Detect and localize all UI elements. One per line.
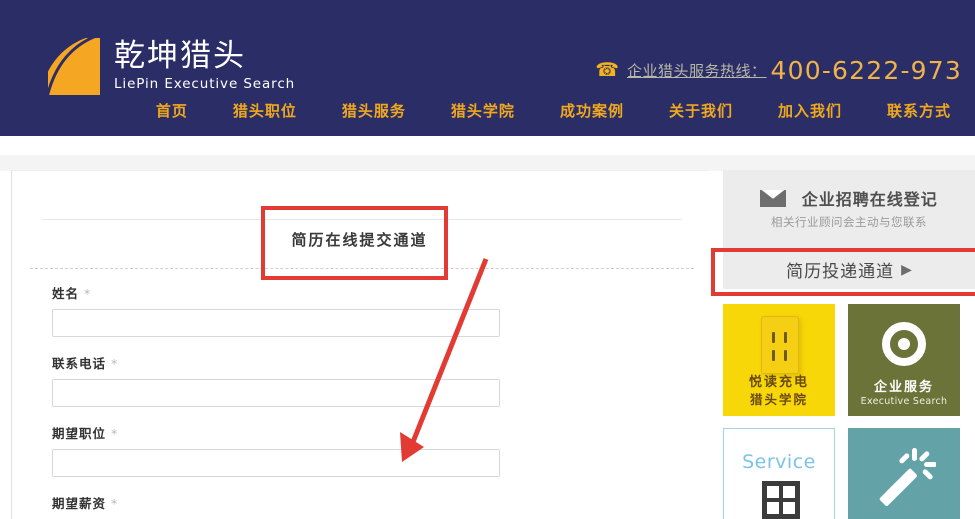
telephone-icon: ☎ bbox=[595, 59, 619, 81]
employer-register-title: 企业招聘在线登记 bbox=[723, 186, 975, 211]
outlet-slot-bottom bbox=[770, 350, 790, 362]
required-asterisk: * bbox=[111, 356, 119, 371]
nav-item-cases[interactable]: 成功案例 bbox=[560, 100, 624, 121]
promo-tile-magic[interactable] bbox=[848, 428, 960, 519]
resume-delivery-label: 简历投递通道 bbox=[786, 262, 895, 282]
promo-tile-academy-caption: 悦读充电 猎头学院 bbox=[723, 374, 835, 408]
field-phone-label-text: 联系电话 bbox=[52, 356, 107, 371]
logo-swoosh-shape bbox=[48, 38, 96, 95]
field-desired-salary: 期望薪资 * bbox=[52, 493, 512, 519]
nav-item-contact[interactable]: 联系方式 bbox=[887, 100, 951, 121]
form-title: 简历在线提交通道 bbox=[291, 231, 428, 249]
promo-tile-academy-line1: 悦读充电 bbox=[748, 375, 809, 390]
desired-position-input[interactable] bbox=[52, 449, 500, 477]
site-header: 乾坤猎头 LiePin Executive Search ☎ 企业猎头服务热线：… bbox=[0, 0, 975, 136]
envelope-icon-shape bbox=[759, 189, 787, 207]
grid-cell bbox=[783, 486, 795, 498]
logo-english-name: LiePin Executive Search bbox=[114, 76, 296, 92]
promo-tile-service-label: Service bbox=[742, 451, 816, 473]
field-phone: 联系电话 * bbox=[52, 353, 512, 407]
field-desired-position-label: 期望职位 * bbox=[52, 423, 512, 442]
page-root: 乾坤猎头 LiePin Executive Search ☎ 企业猎头服务热线：… bbox=[0, 0, 975, 519]
name-input[interactable] bbox=[52, 309, 500, 337]
promo-tiles: 悦读充电 猎头学院 企业服务 Executive Search Service bbox=[723, 304, 975, 519]
liepin-logo-icon bbox=[48, 38, 100, 95]
right-sidebar: 企业招聘在线登记 相关行业顾问会主动与您联系 简历投递通道 ▶ 悦读充电 猎头学… bbox=[723, 170, 975, 519]
nav-item-join[interactable]: 加入我们 bbox=[778, 100, 842, 121]
main-navigation: 首页 猎头职位 猎头服务 猎头学院 成功案例 关于我们 加入我们 联系方式 bbox=[0, 100, 975, 121]
field-desired-salary-label-text: 期望薪资 bbox=[52, 496, 107, 511]
grid-cell bbox=[783, 502, 795, 514]
promo-tile-enterprise-caption: 企业服务 Executive Search bbox=[848, 379, 960, 408]
promo-tile-enterprise-service[interactable]: 企业服务 Executive Search bbox=[848, 304, 960, 416]
required-asterisk: * bbox=[111, 496, 119, 511]
nav-item-home[interactable]: 首页 bbox=[156, 100, 188, 121]
form-fields: 姓名 * 联系电话 * 期望职位 * 期望薪资 * bbox=[52, 283, 512, 519]
field-phone-label: 联系电话 * bbox=[52, 353, 512, 372]
field-desired-salary-label: 期望薪资 * bbox=[52, 493, 512, 512]
employer-register-subtitle: 相关行业顾问会主动与您联系 bbox=[771, 215, 927, 229]
field-name: 姓名 * bbox=[52, 283, 512, 337]
field-name-label-text: 姓名 bbox=[52, 286, 80, 301]
panel-divider-dashed bbox=[30, 268, 694, 269]
resume-form-panel: 简历在线提交通道 姓名 * 联系电话 * 期望职位 * 期望薪资 * bbox=[11, 170, 706, 519]
phone-input[interactable] bbox=[52, 379, 500, 407]
field-desired-position-label-text: 期望职位 bbox=[52, 426, 107, 441]
outlet-slot-top bbox=[770, 332, 790, 344]
grid-squares-icon bbox=[762, 481, 800, 519]
required-asterisk: * bbox=[84, 286, 92, 301]
field-name-label: 姓名 * bbox=[52, 283, 512, 302]
nav-item-services[interactable]: 猎头服务 bbox=[342, 100, 406, 121]
nav-item-academy[interactable]: 猎头学院 bbox=[451, 100, 515, 121]
top-gray-band bbox=[0, 155, 975, 171]
employer-register-card[interactable]: 企业招聘在线登记 相关行业顾问会主动与您联系 bbox=[723, 170, 975, 248]
panel-divider-top bbox=[42, 219, 682, 220]
envelope-icon bbox=[759, 189, 787, 211]
nav-item-about[interactable]: 关于我们 bbox=[669, 100, 733, 121]
promo-tile-service[interactable]: Service bbox=[723, 428, 835, 519]
hotline-block: ☎ 企业猎头服务热线： 400-6222-973 bbox=[595, 58, 962, 83]
promo-tile-academy-line2: 猎头学院 bbox=[749, 392, 808, 407]
resume-delivery-button[interactable]: 简历投递通道 ▶ bbox=[723, 250, 975, 289]
site-logo[interactable]: 乾坤猎头 LiePin Executive Search bbox=[48, 38, 295, 95]
ring-target-icon bbox=[882, 322, 926, 366]
chevron-right-icon: ▶ bbox=[901, 261, 912, 278]
employer-register-title-text: 企业招聘在线登记 bbox=[801, 190, 938, 209]
promo-tile-enterprise-en: Executive Search bbox=[860, 396, 948, 407]
hotline-label: 企业猎头服务热线： bbox=[626, 62, 767, 80]
logo-chinese-name: 乾坤猎头 bbox=[114, 38, 246, 74]
field-desired-position: 期望职位 * bbox=[52, 423, 512, 477]
nav-item-jobs[interactable]: 猎头职位 bbox=[233, 100, 297, 121]
power-outlet-icon bbox=[761, 316, 799, 374]
magic-wand-icon bbox=[879, 448, 936, 506]
hotline-number: 400-6222-973 bbox=[770, 56, 962, 85]
promo-tile-academy[interactable]: 悦读充电 猎头学院 bbox=[723, 304, 835, 416]
required-asterisk: * bbox=[111, 426, 119, 441]
promo-tile-enterprise-line1: 企业服务 bbox=[873, 380, 934, 395]
grid-cell bbox=[767, 486, 779, 498]
grid-cell bbox=[767, 502, 779, 514]
logo-text-block: 乾坤猎头 LiePin Executive Search bbox=[114, 38, 295, 93]
